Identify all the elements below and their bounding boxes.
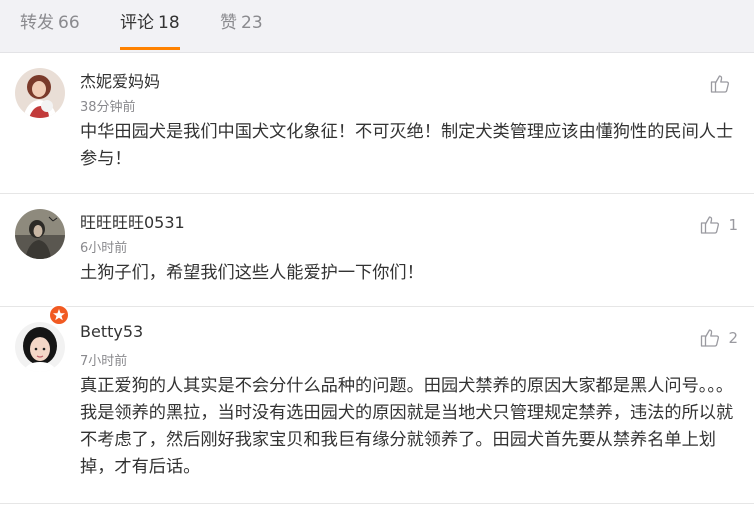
tab-count: 23 bbox=[241, 13, 263, 33]
comment-text: 土狗子们，希望我们这些人能爱护一下你们！ bbox=[80, 263, 424, 283]
tab-reposts[interactable]: 转发 66 bbox=[20, 0, 80, 50]
tab-count: 66 bbox=[58, 13, 80, 33]
like-button[interactable]: 1 bbox=[700, 214, 738, 236]
comment-item: 杰妮爱妈妈 38分钟前 中华田园犬是我们中国犬文化象征！不可灭绝！制定犬类管理应… bbox=[0, 53, 754, 194]
commenter-name[interactable]: 旺旺旺旺0531 bbox=[80, 209, 185, 233]
commenter-name[interactable]: Betty53 bbox=[80, 322, 143, 341]
tab-label: 赞 bbox=[220, 13, 237, 33]
comment-time: 6小时前 bbox=[80, 241, 128, 256]
comment-time: 7小时前 bbox=[80, 354, 128, 369]
avatar[interactable] bbox=[15, 68, 65, 118]
comment-text: 真正爱狗的人其实是不会分什么品种的问题。田园犬禁养的原因大家都是黑人问号。。。我… bbox=[80, 376, 734, 477]
tab-label: 评论 bbox=[120, 13, 154, 33]
like-count: 2 bbox=[728, 329, 738, 347]
like-count: 1 bbox=[728, 216, 738, 234]
thumbs-up-icon bbox=[701, 216, 720, 234]
comment-item: Betty53 7小时前 真正爱狗的人其实是不会分什么品种的问题。田园犬禁养的原… bbox=[0, 307, 754, 504]
like-button[interactable]: 2 bbox=[700, 327, 738, 349]
tab-label: 转发 bbox=[20, 13, 54, 33]
tab-likes[interactable]: 赞 23 bbox=[220, 0, 263, 50]
comment-text: 中华田园犬是我们中国犬文化象征！不可灭绝！制定犬类管理应该由懂狗性的民间人士参与… bbox=[80, 122, 734, 169]
tab-count: 18 bbox=[158, 13, 180, 33]
avatar[interactable] bbox=[15, 209, 65, 259]
thumbs-up-icon bbox=[701, 329, 720, 347]
like-button[interactable] bbox=[710, 73, 738, 95]
comment-item: 旺旺旺旺0531 6小时前 土狗子们，希望我们这些人能爱护一下你们！ 1 bbox=[0, 194, 754, 307]
comment-time: 38分钟前 bbox=[80, 100, 136, 115]
tab-comments[interactable]: 评论 18 bbox=[120, 0, 180, 50]
comment-list: 杰妮爱妈妈 38分钟前 中华田园犬是我们中国犬文化象征！不可灭绝！制定犬类管理应… bbox=[0, 53, 754, 504]
avatar[interactable] bbox=[15, 322, 65, 372]
commenter-name[interactable]: 杰妮爱妈妈 bbox=[80, 68, 160, 92]
thumbs-up-icon bbox=[710, 75, 729, 93]
comment-tabs: 转发 66 评论 18 赞 23 bbox=[0, 0, 754, 53]
verified-badge-icon bbox=[48, 304, 70, 326]
